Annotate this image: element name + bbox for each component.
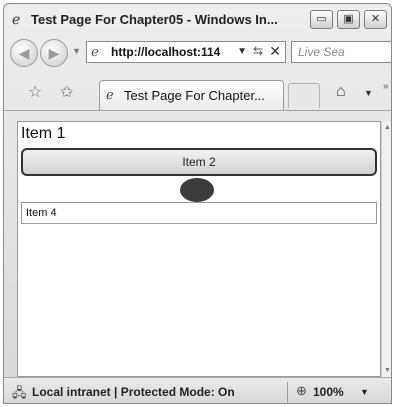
maximize-button[interactable]: ▣ [337,10,360,29]
add-favorites-icon[interactable]: ✩ [60,82,73,102]
address-input[interactable]: http://localhost:114 [111,45,220,59]
zoom-icon[interactable]: ⊕ [296,383,307,399]
status-divider [287,382,288,402]
tab-bar: ☆ ✩ ℯ Test Page For Chapter... ⌂ ▼ » [4,72,391,111]
item-1-label: Item 1 [21,125,66,142]
scroll-up-icon[interactable]: ▲ [384,124,391,131]
tab-test-page[interactable]: ℯ Test Page For Chapter... [99,80,284,110]
title-bar: ℯ Test Page For Chapter05 - Windows In..… [4,4,391,34]
home-chevron-down-icon[interactable]: ▼ [364,88,373,98]
new-tab-button[interactable] [288,83,320,108]
browser-window: ℯ Test Page For Chapter05 - Windows In..… [3,3,392,404]
more-tools-icon[interactable]: » [383,81,389,92]
item-2-button[interactable]: Item 2 [21,148,377,176]
intranet-icon: 🖧 [12,385,27,400]
navigation-bar: ◀ ▶ ▼ ℯ http://localhost:114 ▼ ⇆ ✕ Live … [4,36,391,70]
address-bar[interactable]: ℯ http://localhost:114 ▼ ⇆ ✕ [86,41,286,63]
minimize-button[interactable]: ▭ [310,10,333,29]
zoom-chevron-down-icon[interactable]: ▼ [360,387,369,397]
zoom-level[interactable]: 100% [313,385,344,399]
vertical-scrollbar[interactable]: ▲ ▼ [381,121,391,377]
home-icon[interactable]: ⌂ [336,83,346,101]
refresh-icon[interactable]: ⇆ [253,44,263,58]
search-input[interactable]: Live Sea [291,41,391,63]
favorites-star-icon[interactable]: ☆ [28,82,42,102]
page-icon: ℯ [91,44,99,59]
back-button[interactable]: ◀ [10,39,38,67]
scroll-down-icon[interactable]: ▼ [384,367,391,374]
forward-button[interactable]: ▶ [40,39,68,67]
address-chevron-down-icon[interactable]: ▼ [237,46,247,57]
ie-tab-icon: ℯ [106,87,114,102]
stop-icon[interactable]: ✕ [269,43,281,60]
recent-pages-chevron-down-icon[interactable]: ▼ [72,46,81,56]
ie-icon: ℯ [12,11,21,27]
close-button[interactable]: ✕ [364,10,387,29]
page-content: Item 1 Item 2 Item 4 [17,121,381,377]
window-title: Test Page For Chapter05 - Windows In... [31,12,278,27]
window-controls: ▭ ▣ ✕ [310,10,387,29]
item-4-textbox[interactable]: Item 4 [21,202,377,224]
status-bar: 🖧 Local intranet | Protected Mode: On ⊕ … [4,377,391,403]
item-3-ellipse [180,178,214,202]
tab-label: Test Page For Chapter... [124,88,265,103]
security-zone: Local intranet | Protected Mode: On [32,385,235,399]
